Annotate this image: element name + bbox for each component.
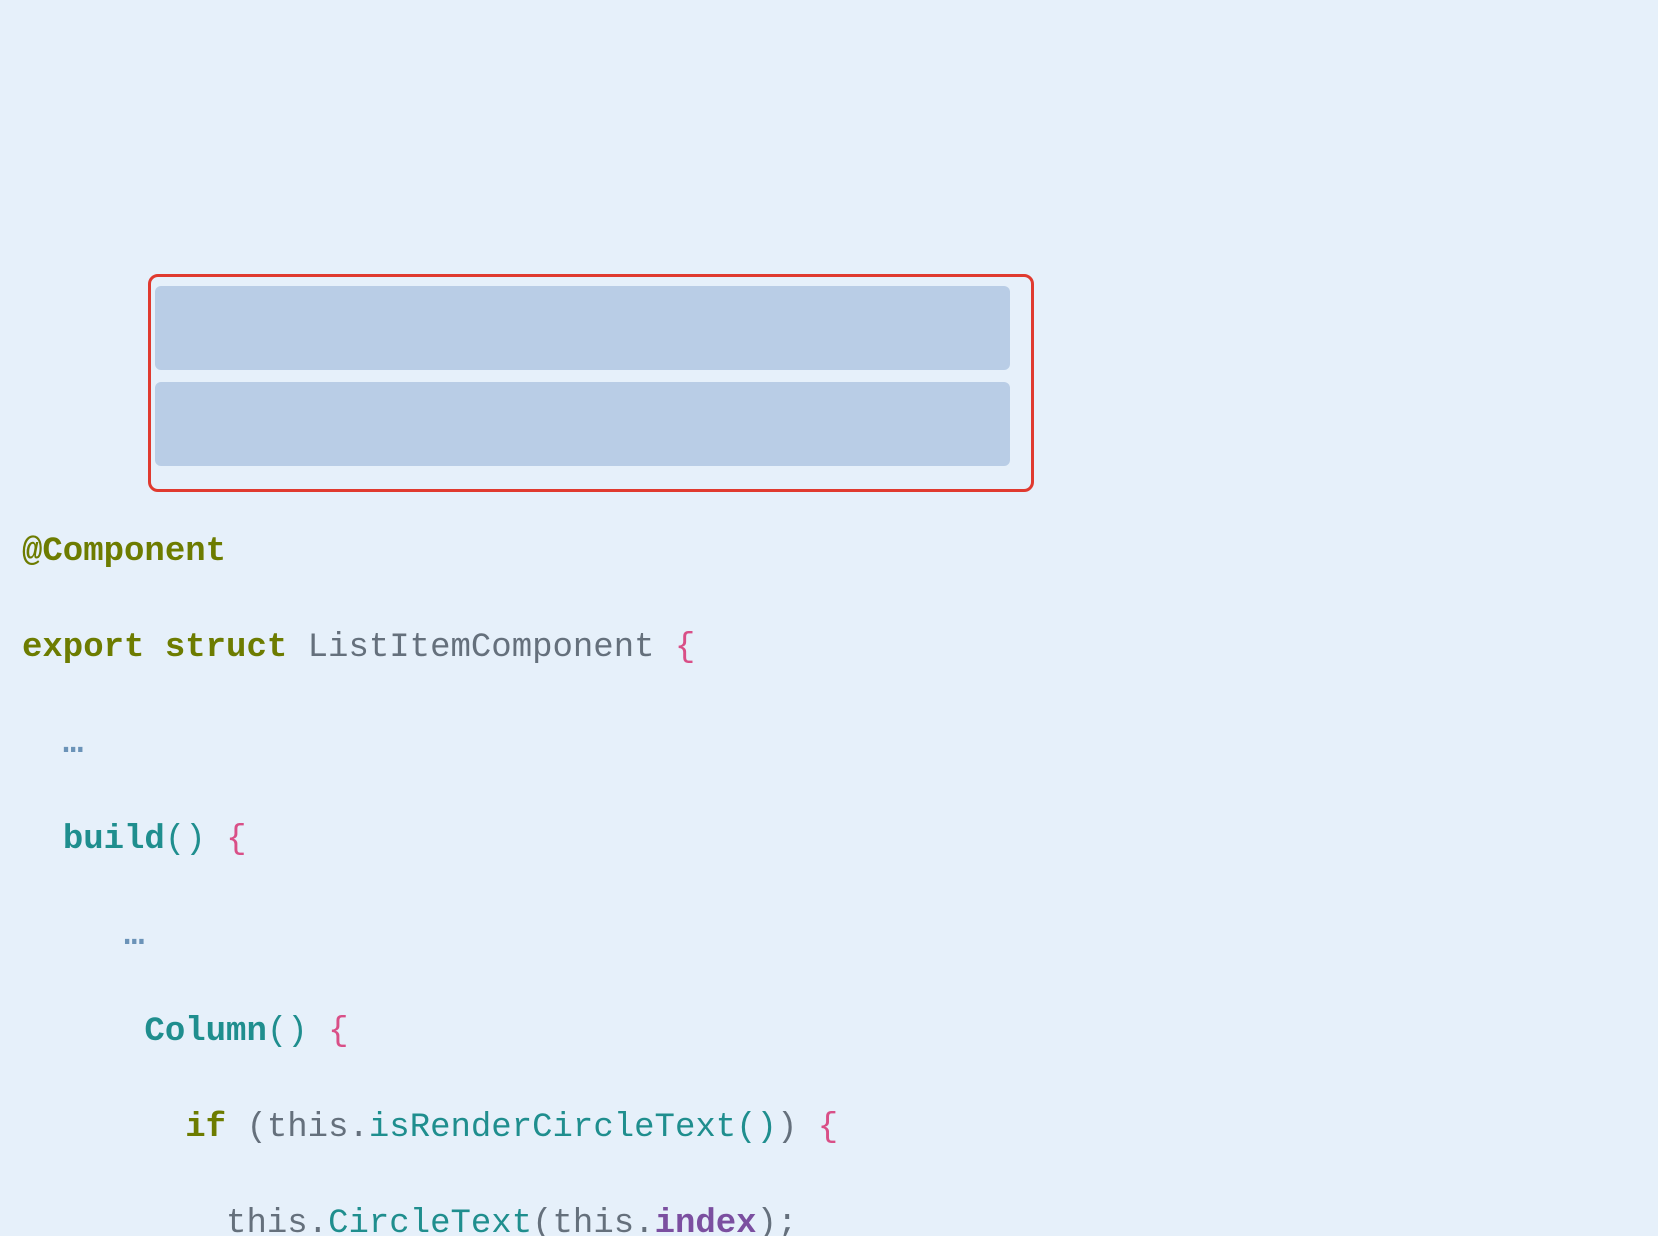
code-line: … xyxy=(22,912,1636,960)
decorator-name: Component xyxy=(42,533,226,571)
code-line: if (this.isRenderCircleText()) { xyxy=(22,1104,1636,1152)
highlight-box xyxy=(148,274,1034,492)
code-line: this.CircleText(this.index); xyxy=(22,1200,1636,1236)
ellipsis-icon: … xyxy=(63,725,85,763)
code-line: … xyxy=(22,720,1636,768)
ellipsis-icon: … xyxy=(124,917,146,955)
highlight-row-2 xyxy=(155,382,1010,466)
highlight-row-1 xyxy=(155,286,1010,370)
code-line: export struct ListItemComponent { xyxy=(22,624,1636,672)
column-call: Column xyxy=(144,1013,266,1051)
code-line: Column() { xyxy=(22,1008,1636,1056)
decorator-at: @ xyxy=(22,533,42,571)
code-line: @Component xyxy=(22,528,1636,576)
build-method: build xyxy=(63,821,165,859)
code-block: @Component export struct ListItemCompone… xyxy=(0,0,1658,1236)
class-name: ListItemComponent xyxy=(308,629,655,667)
code-line: build() { xyxy=(22,816,1636,864)
